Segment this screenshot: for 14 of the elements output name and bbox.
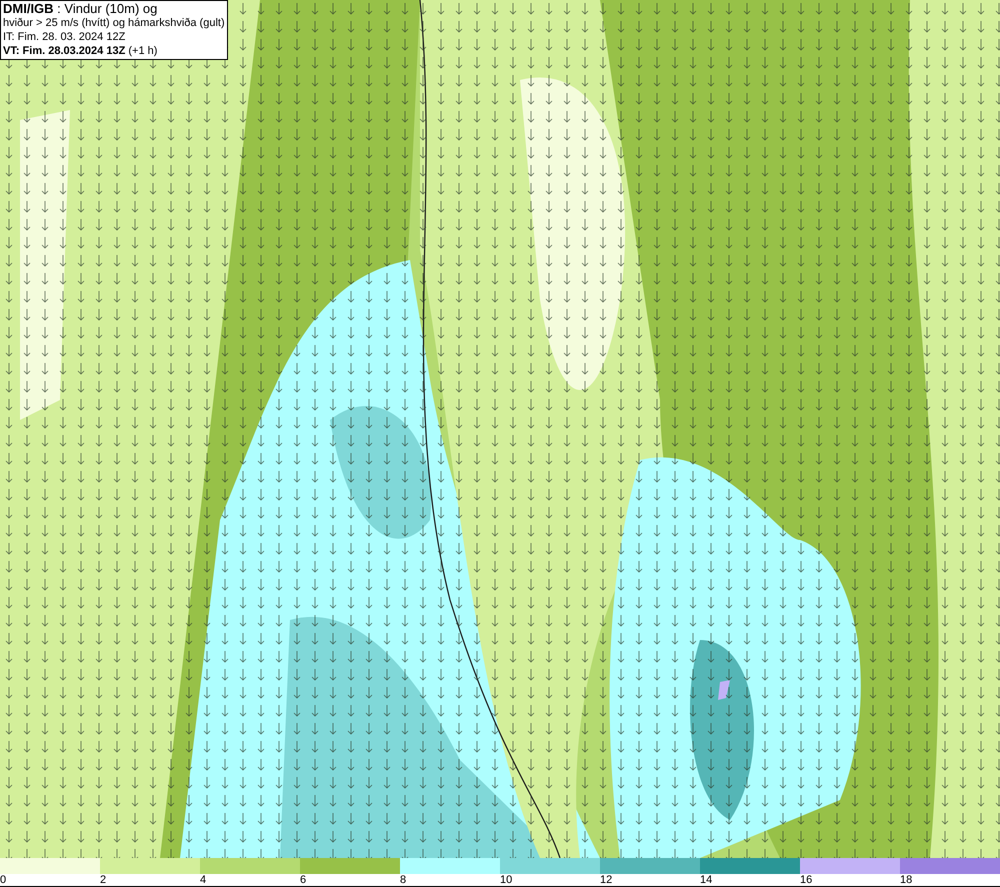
legend-label: 16 [800,874,812,886]
legend-label: 8 [400,874,406,886]
legend-label: 2 [100,874,106,886]
title-line: VT: Fim. 28.03.2024 13Z (+1 h) [3,44,158,58]
legend-label: 10 [500,874,512,886]
legend-label: 6 [300,874,306,886]
title-line: hviður > 25 m/s (hvítt) og hámarkshviða (gult) [3,16,225,30]
legend-label: 0 [0,874,6,886]
title-line: IT: Fim. 28. 03. 2024 12Z [3,30,126,44]
legend-label: 4 [200,874,206,886]
title-line: DMI/IGB : Vindur (10m) og [3,2,158,16]
legend-label: 12 [600,874,612,886]
legend-label: 14 [700,874,712,886]
legend-label: 18 [900,874,912,886]
